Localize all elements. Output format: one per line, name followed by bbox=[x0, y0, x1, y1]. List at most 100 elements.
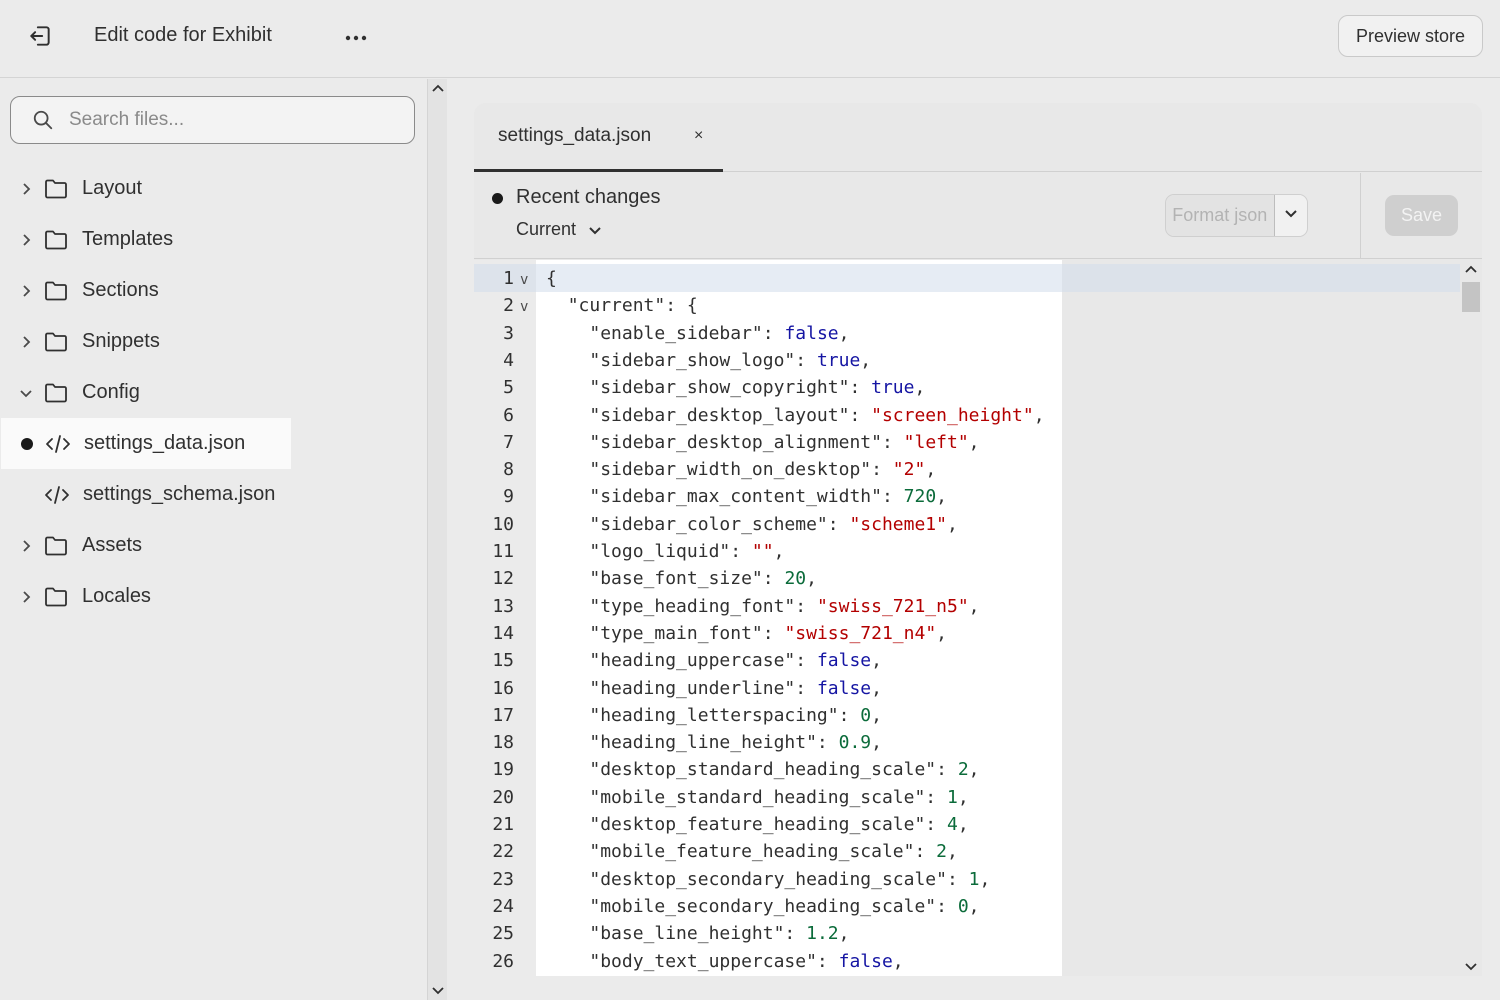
code-line[interactable]: 7 "sidebar_desktop_alignment": "left", bbox=[474, 429, 1454, 456]
line-number: 15 bbox=[492, 650, 514, 672]
more-actions-button[interactable] bbox=[338, 20, 374, 56]
code-line[interactable]: 25 "base_line_height": 1.2, bbox=[474, 920, 1454, 947]
fold-toggle-icon[interactable]: v bbox=[520, 294, 528, 321]
code-area[interactable]: 1 v {2 v "current": {3 "enable_sidebar": fa… bbox=[474, 260, 1482, 976]
tree-item-label: settings_schema.json bbox=[83, 483, 276, 505]
exit-button[interactable] bbox=[22, 20, 58, 56]
code-token: "heading_uppercase": bbox=[589, 650, 817, 672]
folder-item-layout[interactable]: Layout bbox=[0, 163, 427, 214]
code-line[interactable]: 15 "heading_uppercase": false, bbox=[474, 647, 1454, 674]
code-token: "" bbox=[751, 541, 774, 562]
code-text: "body_text_uppercase": false, bbox=[546, 948, 904, 975]
folder-item-sections[interactable]: Sections bbox=[0, 265, 427, 316]
top-bar: Edit code for Exhibit Preview store bbox=[0, 0, 1500, 78]
code-token: "mobile_secondary_heading_scale": bbox=[589, 895, 958, 917]
code-line[interactable]: 18 "heading_line_height": 0.9, bbox=[474, 729, 1454, 756]
tree-item-label: Config bbox=[82, 381, 140, 403]
folder-item-snippets[interactable]: Snippets bbox=[0, 316, 427, 367]
code-line[interactable]: 13 "type_heading_font": "swiss_721_n5", bbox=[474, 593, 1454, 620]
close-icon[interactable]: × bbox=[694, 127, 703, 145]
code-text: "mobile_feature_heading_scale": 2, bbox=[546, 838, 957, 865]
preview-store-button[interactable]: Preview store bbox=[1337, 15, 1483, 57]
file-item-settings-schema-json[interactable]: settings_schema.json bbox=[0, 469, 427, 520]
code-token: 4 bbox=[946, 814, 958, 835]
scroll-up-icon[interactable] bbox=[1463, 262, 1479, 278]
modified-indicator bbox=[21, 437, 33, 450]
scroll-up-icon[interactable] bbox=[430, 81, 446, 97]
code-line[interactable]: 6 "sidebar_desktop_layout": "screen_heig… bbox=[474, 402, 1454, 429]
code-line[interactable]: 3 "enable_sidebar": false, bbox=[474, 320, 1454, 347]
code-line[interactable]: 8 "sidebar_width_on_desktop": "2", bbox=[474, 456, 1454, 483]
code-line[interactable]: 21 "desktop_feature_heading_scale": 4, bbox=[474, 811, 1454, 838]
code-line[interactable]: 1 v { bbox=[474, 265, 1454, 292]
code-text: "desktop_standard_heading_scale": 2, bbox=[546, 756, 979, 783]
toolbar-divider bbox=[1360, 173, 1361, 258]
tree-item-label: Locales bbox=[82, 585, 151, 607]
exit-icon bbox=[27, 23, 53, 54]
code-token: "sidebar_show_copyright": bbox=[589, 377, 872, 399]
search-input[interactable] bbox=[69, 109, 389, 131]
file-item-settings-data-json[interactable]: settings_data.json bbox=[1, 418, 291, 469]
scrollbar-thumb[interactable] bbox=[1462, 282, 1480, 312]
folder-item-config[interactable]: Config bbox=[0, 367, 427, 418]
format-options-button[interactable] bbox=[1273, 195, 1307, 236]
code-line[interactable]: 14 "type_main_font": "swiss_721_n4", bbox=[474, 620, 1454, 647]
sidebar-scrollbar[interactable] bbox=[427, 79, 447, 1000]
code-line[interactable]: 19 "desktop_standard_heading_scale": 2, bbox=[474, 756, 1454, 783]
code-line[interactable]: 2v "current": { bbox=[474, 292, 1454, 319]
code-token: true bbox=[816, 349, 861, 371]
folder-item-locales[interactable]: Locales bbox=[0, 571, 427, 622]
code-token: , bbox=[860, 349, 872, 371]
code-token: , bbox=[892, 950, 904, 972]
code-line[interactable]: 20 "mobile_standard_heading_scale": 1, bbox=[474, 784, 1454, 811]
save-button[interactable]: Save bbox=[1385, 195, 1458, 236]
code-line[interactable]: 12 "base_font_size": 20, bbox=[474, 565, 1454, 592]
format-json-button[interactable]: Format json bbox=[1166, 195, 1274, 236]
version-select[interactable]: Current bbox=[516, 219, 602, 240]
chevron-right-icon bbox=[18, 283, 34, 299]
code-token: 1 bbox=[968, 868, 980, 890]
tree-item-label: Sections bbox=[82, 279, 159, 301]
search-box[interactable] bbox=[10, 96, 415, 144]
code-token: true bbox=[871, 377, 915, 399]
code-token: , bbox=[968, 895, 980, 917]
folder-item-assets[interactable]: Assets bbox=[0, 520, 427, 571]
code-line[interactable]: 11 "logo_liquid": "", bbox=[474, 538, 1454, 565]
fold-toggle-icon[interactable]: v bbox=[520, 267, 528, 294]
code-line[interactable]: 5 "sidebar_show_copyright": true, bbox=[474, 374, 1454, 401]
format-json-group: Format json bbox=[1165, 194, 1308, 237]
code-line[interactable]: 26 "body_text_uppercase": false, bbox=[474, 948, 1454, 975]
code-text: "sidebar_desktop_layout": "screen_height… bbox=[546, 402, 1045, 429]
code-text: "heading_line_height": 0.9, bbox=[546, 729, 882, 756]
code-text: { bbox=[546, 265, 557, 292]
scroll-down-icon[interactable] bbox=[1463, 958, 1479, 974]
code-token: 720 bbox=[903, 486, 937, 508]
code-text: "heading_letterspacing": 0, bbox=[546, 702, 882, 729]
code-token: "desktop_secondary_heading_scale": bbox=[589, 868, 969, 890]
folder-item-templates[interactable]: Templates bbox=[0, 214, 427, 265]
code-line[interactable]: 4 "sidebar_show_logo": true, bbox=[474, 347, 1454, 374]
code-line[interactable]: 23 "desktop_secondary_heading_scale": 1, bbox=[474, 866, 1454, 893]
code-line[interactable]: 24 "mobile_secondary_heading_scale": 0, bbox=[474, 893, 1454, 920]
code-line[interactable]: 9 "sidebar_max_content_width": 720, bbox=[474, 483, 1454, 510]
code-token: 2 bbox=[957, 759, 969, 781]
code-token: false bbox=[816, 677, 872, 699]
code-token: { bbox=[546, 268, 557, 289]
code-token: , bbox=[1033, 404, 1045, 426]
line-number: 8 bbox=[503, 459, 514, 481]
code-line[interactable]: 22 "mobile_feature_heading_scale": 2, bbox=[474, 838, 1454, 865]
scroll-down-icon[interactable] bbox=[430, 982, 446, 998]
line-number: 19 bbox=[492, 759, 514, 781]
tab-settings-data[interactable]: settings_data.json × bbox=[474, 103, 723, 172]
code-line[interactable]: 16 "heading_underline": false, bbox=[474, 675, 1454, 702]
code-line[interactable]: 10 "sidebar_color_scheme": "scheme1", bbox=[474, 511, 1454, 538]
code-line[interactable]: 17 "heading_letterspacing": 0, bbox=[474, 702, 1454, 729]
editor-scrollbar[interactable] bbox=[1460, 260, 1482, 976]
code-text: "mobile_secondary_heading_scale": 0, bbox=[546, 893, 980, 920]
folder-icon bbox=[44, 330, 68, 354]
tree-item-label: Layout bbox=[82, 177, 143, 199]
